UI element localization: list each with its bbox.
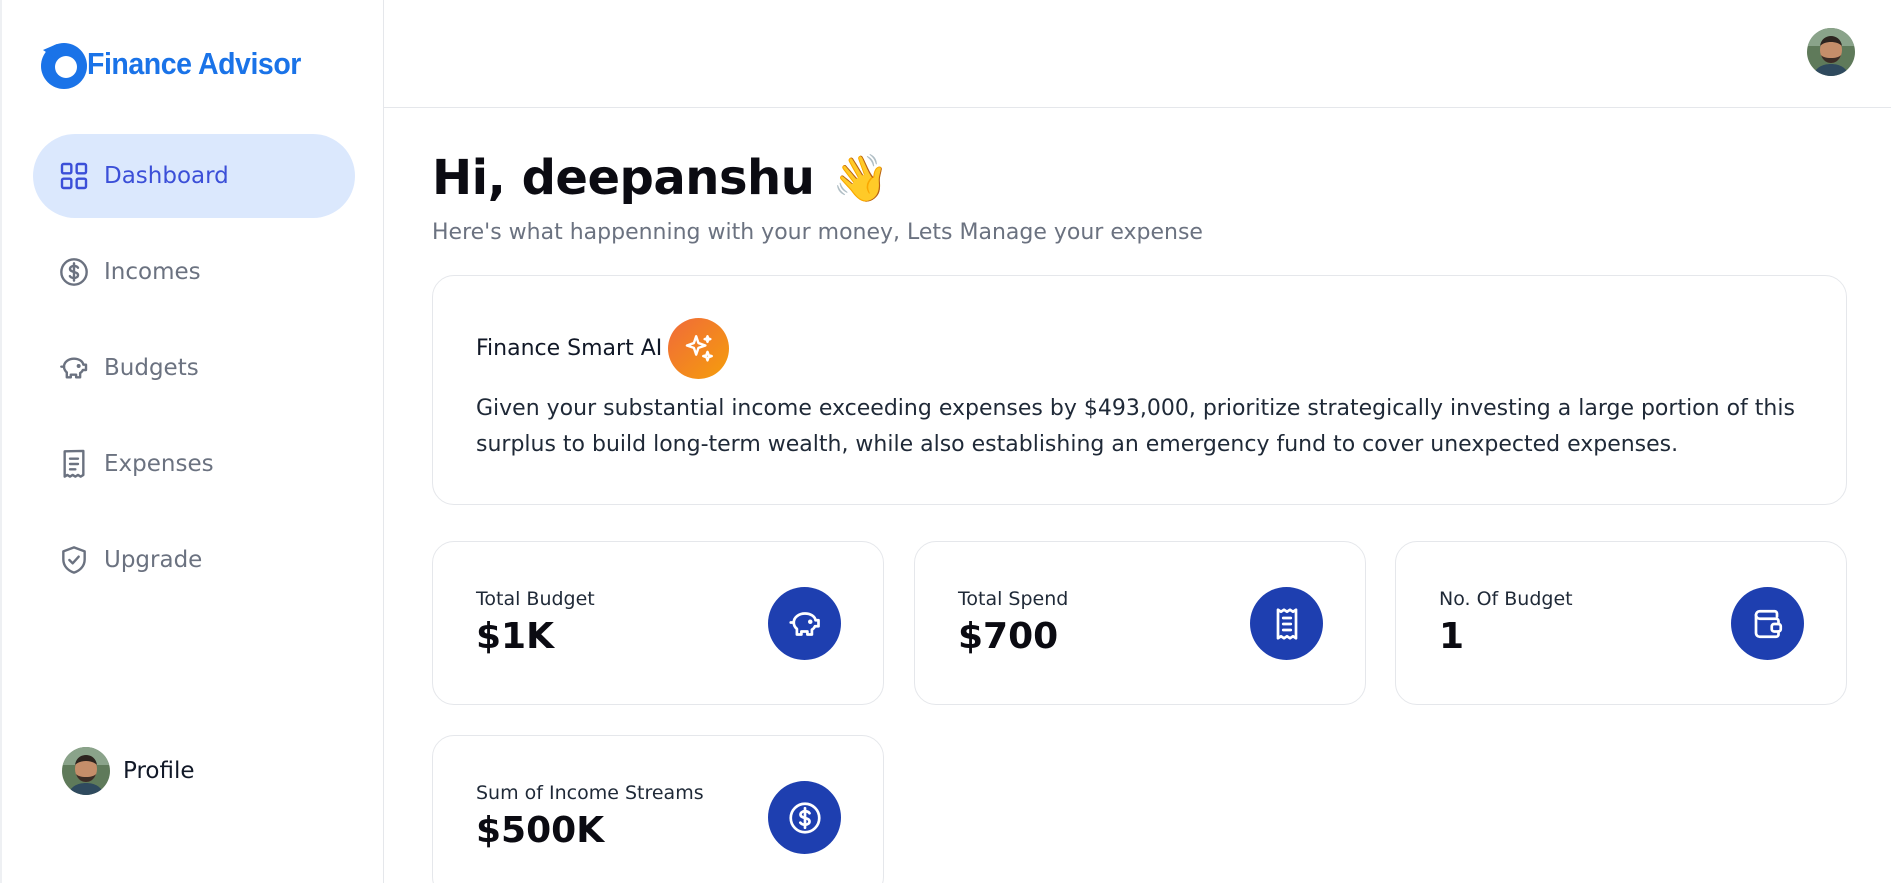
page-subtitle: Here's what happenning with your money, … bbox=[432, 220, 1203, 245]
sidebar-item-label: Expenses bbox=[104, 451, 214, 477]
ai-card-message: Given your substantial income exceeding … bbox=[476, 396, 1795, 457]
dollar-circle-icon bbox=[57, 255, 91, 289]
page-title: Hi, deepanshu 👋 bbox=[432, 150, 890, 206]
sidebar-item-budgets[interactable]: Budgets bbox=[33, 326, 355, 410]
sidebar-item-dashboard[interactable]: Dashboard bbox=[33, 134, 355, 218]
receipt-icon bbox=[57, 447, 91, 481]
stat-card-total-spend: Total Spend $700 bbox=[914, 541, 1366, 705]
waving-hand-icon: 👋 bbox=[832, 150, 890, 205]
profile-label: Profile bbox=[123, 758, 195, 784]
user-avatar-button[interactable] bbox=[1807, 28, 1855, 76]
greeting-text: Hi, deepanshu bbox=[432, 150, 815, 206]
stat-label: Sum of Income Streams bbox=[476, 782, 704, 804]
sidebar-item-expenses[interactable]: Expenses bbox=[33, 422, 355, 506]
stat-label: No. Of Budget bbox=[1439, 588, 1573, 610]
stat-value: $500K bbox=[476, 810, 605, 851]
logo-icon bbox=[41, 43, 87, 89]
sparkles-icon bbox=[668, 318, 730, 379]
receipt-icon bbox=[1250, 587, 1323, 660]
stat-label: Total Spend bbox=[958, 588, 1069, 610]
top-bar bbox=[384, 0, 1891, 108]
stat-label: Total Budget bbox=[476, 588, 595, 610]
ai-card-title: Finance Smart AI bbox=[476, 336, 663, 361]
avatar bbox=[1807, 28, 1855, 76]
shield-check-icon bbox=[57, 543, 91, 577]
sidebar: Finance Advisor Dashboard Incomes Budget… bbox=[0, 0, 384, 883]
ai-card-header: Finance Smart AI bbox=[476, 318, 730, 379]
piggy-bank-icon bbox=[57, 351, 91, 385]
sidebar-item-label: Budgets bbox=[104, 355, 199, 381]
stat-card-income-streams: Sum of Income Streams $500K bbox=[432, 735, 884, 883]
ai-insight-card: Finance Smart AI Given your substantial … bbox=[432, 275, 1847, 505]
wallet-icon bbox=[1731, 587, 1804, 660]
piggy-bank-icon bbox=[768, 587, 841, 660]
sidebar-item-label: Upgrade bbox=[104, 547, 203, 573]
stat-value: $700 bbox=[958, 616, 1059, 657]
sidebar-item-label: Incomes bbox=[104, 259, 201, 285]
sidebar-item-incomes[interactable]: Incomes bbox=[33, 230, 355, 314]
avatar bbox=[62, 747, 110, 795]
app-logo[interactable]: Finance Advisor bbox=[37, 38, 320, 90]
dollar-circle-icon bbox=[768, 781, 841, 854]
sidebar-item-label: Dashboard bbox=[104, 163, 229, 189]
grid-icon bbox=[57, 159, 91, 193]
profile-link[interactable]: Profile bbox=[62, 747, 195, 795]
stat-value: $1K bbox=[476, 616, 554, 657]
app-name: Finance Advisor bbox=[87, 46, 301, 81]
stat-value: 1 bbox=[1439, 616, 1465, 657]
stat-card-budget-count: No. Of Budget 1 bbox=[1395, 541, 1847, 705]
sidebar-item-upgrade[interactable]: Upgrade bbox=[33, 518, 355, 602]
stat-card-total-budget: Total Budget $1K bbox=[432, 541, 884, 705]
